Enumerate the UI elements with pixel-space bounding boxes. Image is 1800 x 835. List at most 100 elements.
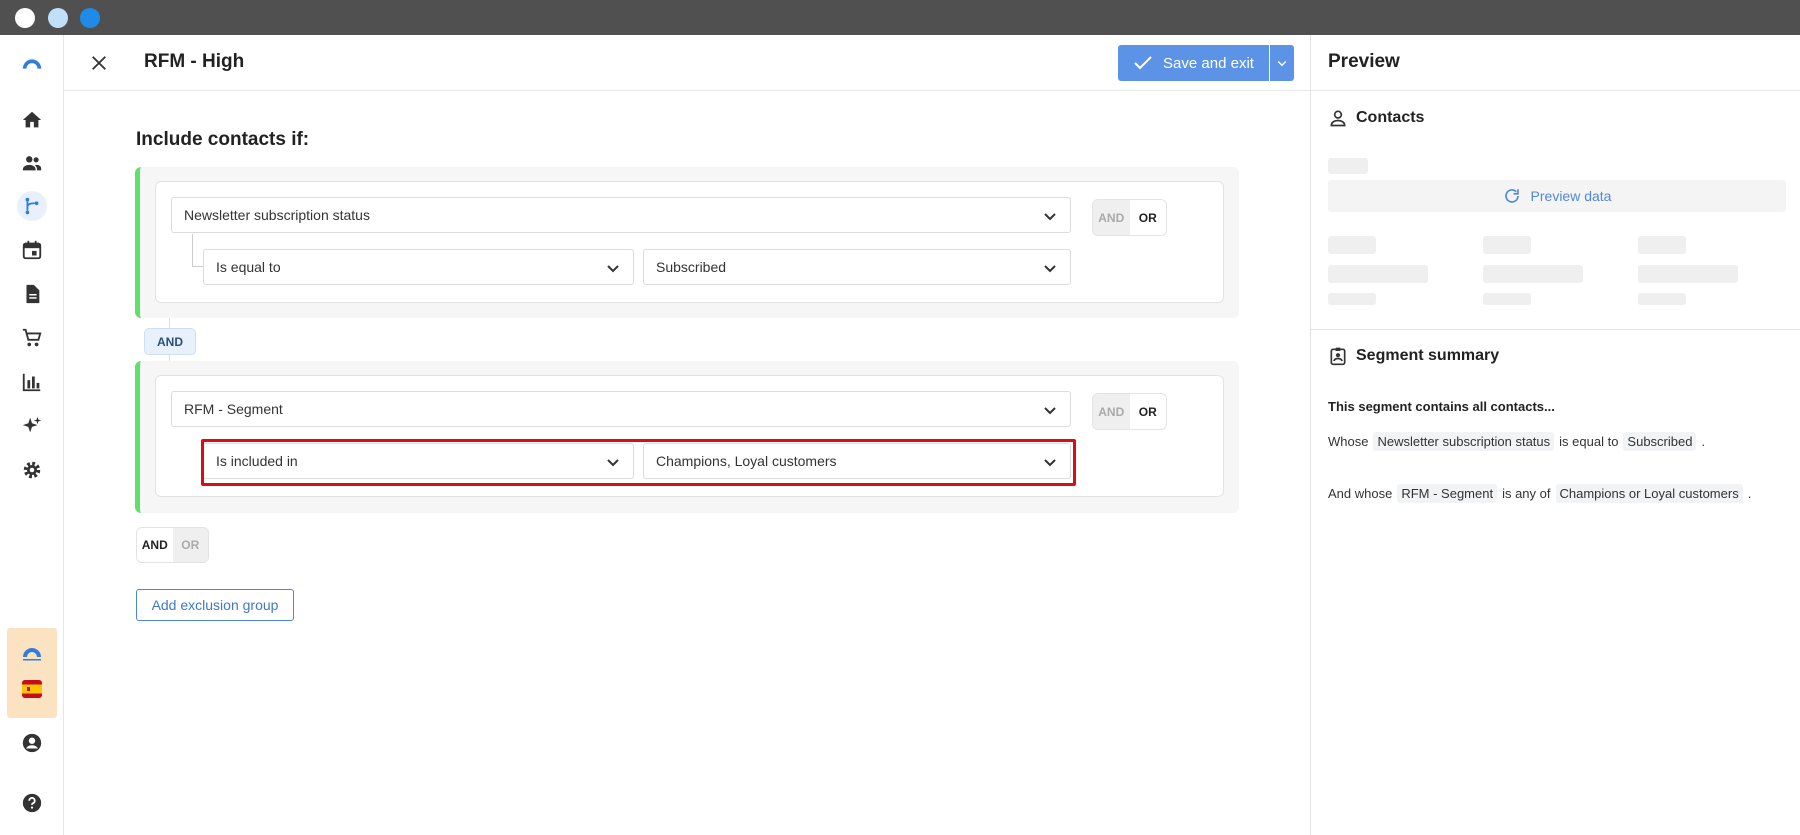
summary-prefix: Whose	[1328, 434, 1369, 449]
skeleton-placeholder	[1638, 293, 1686, 305]
skeleton-placeholder	[1328, 293, 1376, 305]
preview-data-label: Preview data	[1530, 188, 1612, 204]
condition-group-2: RFM - Segment Is included in Champions, …	[135, 361, 1239, 513]
save-button-group: Save and exit	[1118, 45, 1294, 81]
skeleton-placeholder	[1638, 265, 1738, 283]
value-select-value: Subscribed	[656, 259, 727, 275]
chevron-down-icon	[607, 459, 619, 467]
brand-logo-icon[interactable]	[17, 49, 47, 79]
summary-end: .	[1701, 434, 1706, 449]
preview-header: Preview	[1311, 35, 1800, 91]
skeleton-placeholder	[1483, 265, 1583, 283]
contacts-icon[interactable]	[17, 148, 47, 178]
settings-icon[interactable]	[17, 455, 47, 485]
chevron-down-icon	[1044, 213, 1056, 221]
chevron-down-icon	[1044, 265, 1056, 273]
condition-and-or-toggle: AND OR	[1092, 393, 1167, 430]
connector-line	[169, 318, 170, 328]
condition-card-1: Newsletter subscription status Is equal …	[155, 181, 1224, 303]
window-maximize-dot[interactable]	[80, 8, 100, 28]
brand-card[interactable]	[7, 628, 57, 718]
window-titlebar	[0, 0, 1800, 35]
section-divider	[1311, 329, 1800, 330]
left-nav	[0, 35, 64, 835]
checkmark-icon	[1134, 56, 1152, 70]
refresh-icon	[1504, 189, 1519, 203]
spain-flag-icon	[22, 680, 42, 698]
field-select-value: RFM - Segment	[184, 401, 283, 417]
skeleton-placeholder	[1328, 236, 1376, 254]
skeleton-placeholder	[1328, 158, 1368, 174]
chevron-down-icon	[1277, 60, 1287, 67]
summary-line-2: And whose RFM - Segment is any of Champi…	[1328, 484, 1751, 503]
save-button-label: Save and exit	[1163, 54, 1254, 72]
contacts-section-title: Contacts	[1328, 108, 1424, 128]
value-select[interactable]: Subscribed	[643, 249, 1071, 285]
operator-select-value: Is equal to	[216, 259, 281, 275]
brand-mini-logo-icon	[20, 644, 44, 662]
chevron-down-icon	[1044, 459, 1056, 467]
page-title: RFM - High	[144, 51, 245, 72]
group-or-option[interactable]: OR	[172, 528, 208, 562]
preview-panel: Preview Contacts Preview data Segment su…	[1310, 35, 1800, 835]
skeleton-placeholder	[1483, 236, 1531, 254]
sparkles-icon[interactable]	[17, 411, 47, 441]
summary-value-chip: Subscribed	[1623, 432, 1697, 451]
condition-and-or-toggle: AND OR	[1092, 199, 1167, 236]
or-toggle-option[interactable]: OR	[1129, 394, 1166, 429]
and-connector-badge: AND	[144, 328, 196, 355]
calendar-icon[interactable]	[17, 235, 47, 265]
summary-lead: This segment contains all contacts...	[1328, 399, 1555, 414]
help-icon[interactable]	[17, 788, 47, 818]
summary-line-1: Whose Newsletter subscription status is …	[1328, 432, 1705, 451]
close-button[interactable]	[84, 48, 114, 78]
summary-operator: is any of	[1502, 486, 1551, 501]
value-select-value: Champions, Loyal customers	[656, 453, 837, 469]
home-icon[interactable]	[17, 105, 47, 135]
segment-builder: Include contacts if: Newsletter subscrip…	[64, 91, 1310, 835]
chevron-down-icon	[1044, 407, 1056, 415]
analytics-icon[interactable]	[17, 367, 47, 397]
value-select[interactable]: Champions, Loyal customers	[643, 443, 1071, 479]
condition-card-2: RFM - Segment Is included in Champions, …	[155, 375, 1224, 497]
save-options-dropdown[interactable]	[1269, 45, 1294, 81]
group-and-option[interactable]: AND	[137, 528, 173, 562]
cart-icon[interactable]	[17, 323, 47, 353]
document-icon[interactable]	[17, 279, 47, 309]
window-minimize-dot[interactable]	[48, 8, 68, 28]
or-toggle-option[interactable]: OR	[1129, 200, 1166, 235]
skeleton-placeholder	[1328, 265, 1428, 283]
summary-operator: is equal to	[1559, 434, 1619, 449]
field-select[interactable]: RFM - Segment	[171, 391, 1071, 427]
clipboard-person-icon	[1330, 347, 1346, 366]
and-toggle-option[interactable]: AND	[1093, 200, 1130, 235]
add-exclusion-group-button[interactable]: Add exclusion group	[136, 589, 294, 621]
include-title: Include contacts if:	[136, 129, 310, 150]
automation-icon[interactable]	[17, 191, 47, 221]
account-icon[interactable]	[17, 728, 47, 758]
save-and-exit-button[interactable]: Save and exit	[1118, 45, 1269, 81]
skeleton-placeholder	[1483, 293, 1531, 305]
window-close-dot[interactable]	[15, 8, 35, 28]
person-icon	[1330, 110, 1346, 127]
skeleton-placeholder	[1638, 236, 1686, 254]
contacts-label: Contacts	[1356, 109, 1425, 126]
summary-value-chip: Champions or Loyal customers	[1555, 484, 1743, 503]
summary-field-chip: Newsletter subscription status	[1373, 432, 1555, 451]
summary-label: Segment summary	[1356, 347, 1500, 364]
operator-select[interactable]: Is included in	[203, 443, 634, 479]
field-select-value: Newsletter subscription status	[184, 207, 370, 223]
and-toggle-option[interactable]: AND	[1093, 394, 1130, 429]
chevron-down-icon	[607, 265, 619, 273]
editor-header: RFM - High Save and exit	[64, 35, 1310, 91]
operator-select-value: Is included in	[216, 453, 298, 469]
condition-group-1: Newsletter subscription status Is equal …	[135, 167, 1239, 318]
summary-end: .	[1747, 486, 1752, 501]
close-icon	[92, 56, 106, 70]
summary-field-chip: RFM - Segment	[1397, 484, 1498, 503]
preview-data-button[interactable]: Preview data	[1328, 180, 1786, 212]
summary-prefix: And whose	[1328, 486, 1393, 501]
preview-title: Preview	[1328, 51, 1400, 72]
field-select[interactable]: Newsletter subscription status	[171, 197, 1071, 233]
operator-select[interactable]: Is equal to	[203, 249, 634, 285]
